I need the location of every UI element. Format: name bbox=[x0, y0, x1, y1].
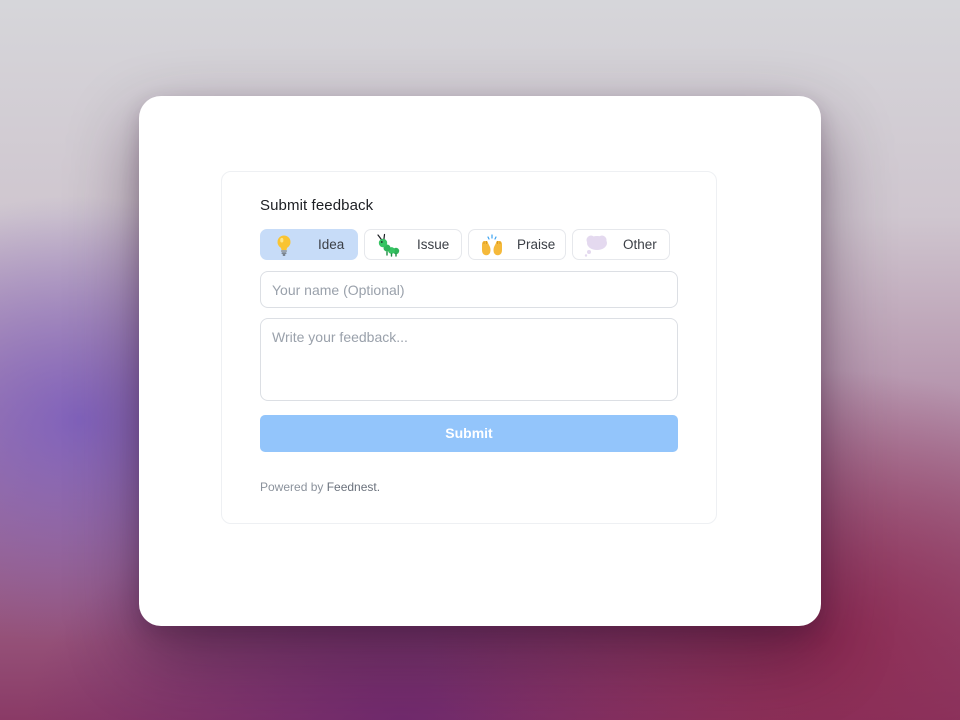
powered-by-footer: Powered by Feednest. bbox=[260, 480, 380, 494]
type-button-other[interactable]: Other bbox=[572, 229, 670, 260]
name-input-placeholder: Your name (Optional) bbox=[272, 282, 405, 298]
name-input[interactable]: Your name (Optional) bbox=[260, 271, 678, 308]
feedback-window: Submit feedback Idea Issue Praise Other … bbox=[139, 96, 821, 626]
type-label-praise: Praise bbox=[517, 237, 556, 252]
type-label-issue: Issue bbox=[417, 237, 450, 252]
caterpillar-icon bbox=[375, 232, 401, 258]
type-button-idea[interactable]: Idea bbox=[260, 229, 358, 260]
form-title: Submit feedback bbox=[260, 197, 374, 214]
brand-link[interactable]: Feednest. bbox=[327, 480, 380, 494]
lightbulb-icon bbox=[271, 232, 297, 258]
powered-by-text: Powered by bbox=[260, 480, 327, 494]
feedback-form-card: Submit feedback Idea Issue Praise Other … bbox=[221, 171, 717, 524]
type-label-idea: Idea bbox=[318, 237, 345, 252]
submit-button[interactable]: Submit bbox=[260, 415, 678, 452]
type-button-issue[interactable]: Issue bbox=[364, 229, 462, 260]
type-label-other: Other bbox=[623, 237, 657, 252]
thought-bubble-icon bbox=[583, 232, 609, 258]
type-button-praise[interactable]: Praise bbox=[468, 229, 566, 260]
feedback-textarea-placeholder: Write your feedback... bbox=[272, 329, 408, 345]
feedback-textarea[interactable]: Write your feedback... bbox=[260, 318, 678, 401]
raised-hands-icon bbox=[479, 232, 505, 258]
